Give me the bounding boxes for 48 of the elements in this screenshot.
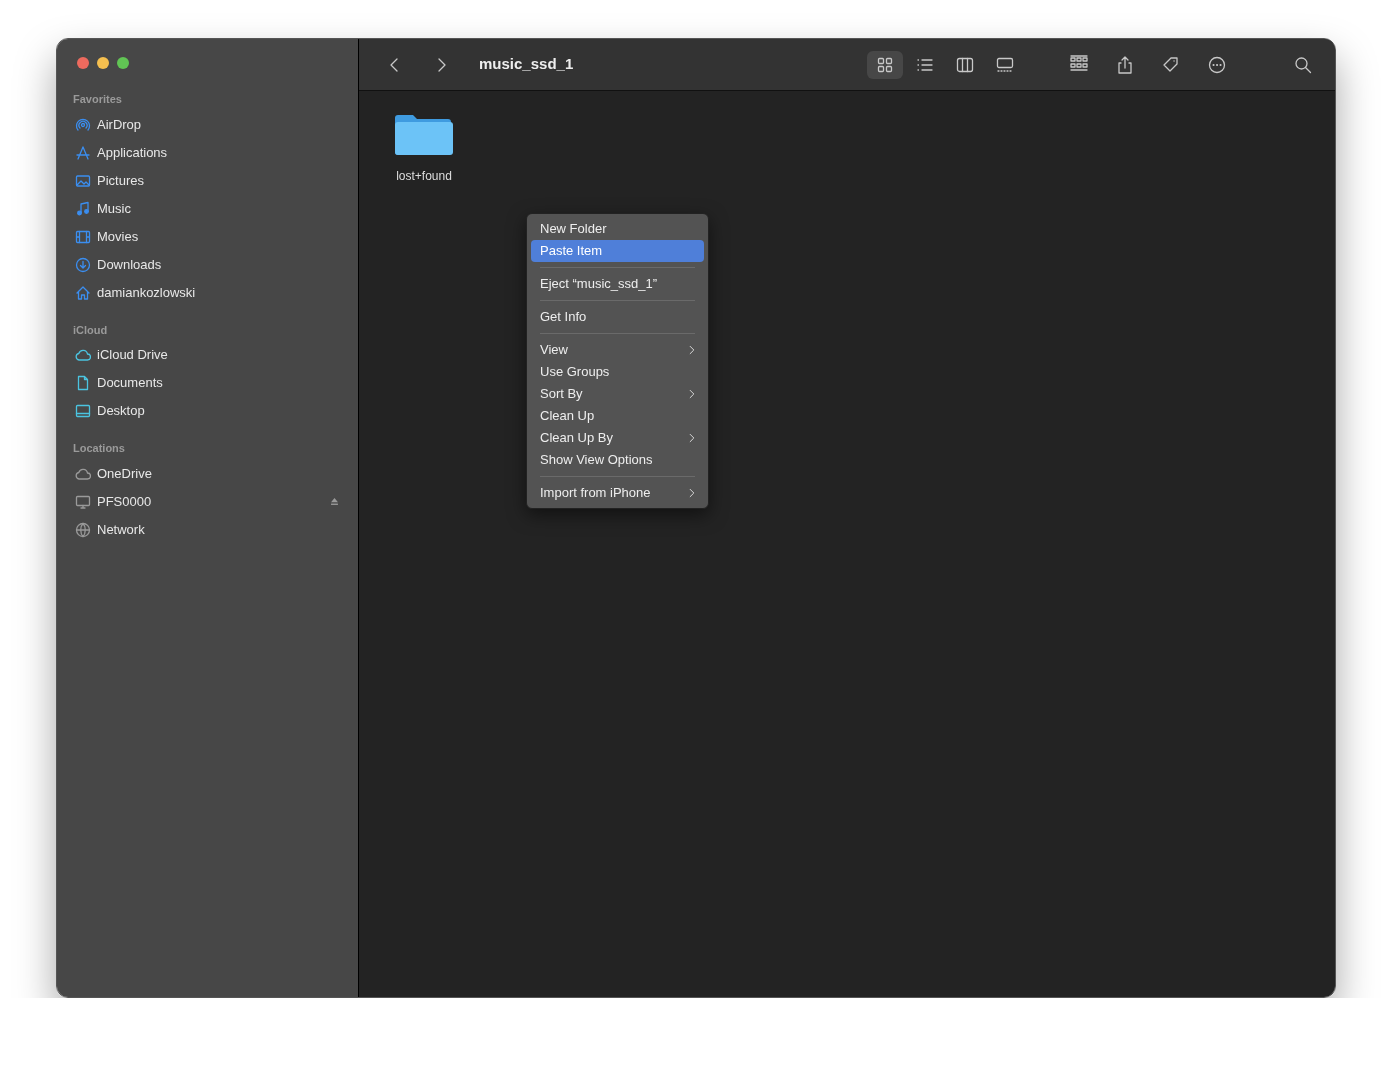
sidebar-item[interactable]: OneDrive (73, 459, 350, 488)
share-icon (1115, 54, 1135, 75)
menu-item[interactable]: Use Groups (531, 361, 704, 383)
menu-item[interactable]: New Folder (531, 218, 704, 240)
document-icon (75, 375, 91, 391)
menu-item[interactable]: Eject “music_ssd_1” (531, 273, 704, 295)
cloud-icon (75, 347, 91, 363)
menu-item[interactable]: Paste Item (531, 240, 704, 262)
section-header: iCloud (73, 322, 108, 338)
airdrop-icon (75, 116, 91, 133)
search-icon (1293, 54, 1313, 75)
sidebar-item[interactable]: Documents (73, 369, 350, 397)
window-title: music_ssd_1 (479, 54, 575, 75)
sidebar-item[interactable]: Network (73, 515, 350, 544)
menu-item[interactable]: Clean Up (531, 405, 704, 427)
globe-icon (75, 521, 91, 538)
menu-item[interactable]: Get Info (531, 306, 704, 328)
close-button[interactable] (77, 57, 89, 69)
menu-item[interactable]: Sort By (531, 383, 704, 405)
picture-icon (75, 172, 91, 189)
music-note-icon (75, 200, 91, 217)
minimize-button[interactable] (97, 57, 109, 69)
icon-view-button[interactable] (867, 50, 903, 79)
sidebar-item[interactable]: Pictures (73, 166, 350, 195)
section-header: Favorites (73, 92, 122, 107)
menu-item[interactable]: View (531, 339, 704, 361)
menu-item[interactable]: Show View Options (531, 449, 704, 471)
sidebar-item[interactable]: Downloads (73, 250, 350, 279)
menu-item[interactable]: Clean Up By (531, 427, 704, 449)
sidebar-item[interactable]: damiankozlowski (73, 278, 350, 307)
film-icon (75, 228, 91, 245)
zoom-button[interactable] (117, 57, 129, 69)
monitor-icon (75, 493, 91, 510)
sidebar-item[interactable]: iCloud Drive (73, 341, 350, 369)
sidebar-item[interactable]: Music (73, 194, 350, 223)
section-header: Locations (73, 441, 125, 456)
eject-icon[interactable] (329, 496, 340, 507)
house-icon (75, 284, 91, 301)
desktop-icon (75, 403, 91, 419)
download-icon (75, 256, 91, 273)
more-icon (1207, 54, 1227, 75)
sidebar-item[interactable]: Desktop (73, 397, 350, 425)
sidebar-item[interactable]: Applications (73, 138, 350, 167)
sidebar-item[interactable]: Movies (73, 222, 350, 251)
menu-item[interactable]: Import from iPhone (531, 482, 704, 504)
sidebar-item[interactable]: AirDrop (73, 110, 350, 139)
file-name[interactable]: lost+found (396, 167, 452, 185)
sidebar-item[interactable]: PFS0000 (73, 487, 350, 516)
